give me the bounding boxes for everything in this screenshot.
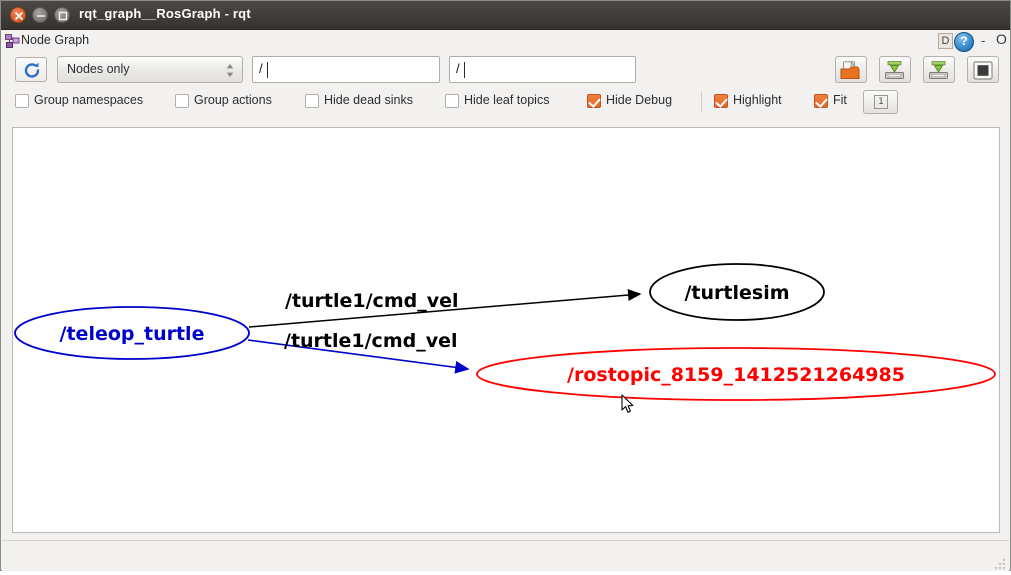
window-close-button[interactable] (10, 7, 26, 23)
window-maximize-button[interactable] (54, 7, 70, 23)
edge-teleop-to-turtlesim[interactable]: /turtle1/cmd_vel (249, 290, 640, 327)
close-icon (11, 8, 27, 24)
checkbox-label: Hide Debug (606, 93, 672, 107)
resize-grip[interactable] (994, 557, 1006, 569)
ros-graph-canvas[interactable]: /turtle1/cmd_vel /turtle1/cmd_vel /teleo… (12, 127, 1000, 533)
topic-filter-input[interactable]: / (252, 56, 440, 83)
window-minimize-button[interactable] (32, 7, 48, 23)
checkbox-box (305, 94, 319, 108)
save-image-button[interactable] (923, 56, 955, 83)
highlight-depth-button[interactable]: 1 (863, 90, 898, 114)
graph-node-teleop-turtle[interactable]: /teleop_turtle (15, 307, 249, 359)
dock-widget-title: Node Graph (21, 33, 89, 47)
topic-filter-value: / (259, 61, 263, 76)
checkbox-label: Highlight (733, 93, 782, 107)
minimize-icon (33, 8, 49, 24)
node-label: /rostopic_8159_1412521264985 (567, 364, 905, 386)
status-bar (2, 540, 1009, 571)
fit-in-view-icon (973, 61, 993, 80)
maximize-icon (55, 8, 71, 24)
checkbox-label: Hide dead sinks (324, 93, 413, 107)
mouse-cursor (621, 394, 635, 415)
edge-label: /turtle1/cmd_vel (284, 330, 458, 352)
checkbox-box (714, 94, 728, 108)
fit-in-view-button[interactable] (967, 56, 999, 83)
title-bar: rqt_graph__RosGraph - rqt (1, 1, 1010, 30)
application-window: rqt_graph__RosGraph - rqt Node Graph D ?… (0, 0, 1011, 571)
checkbox-box (175, 94, 189, 108)
text-caret (464, 62, 465, 78)
help-icon[interactable]: ? (954, 32, 974, 52)
folder-open-icon (840, 61, 862, 80)
checkbox-box (587, 94, 601, 108)
dock-widget-header: Node Graph (2, 30, 1009, 53)
checkbox-label: Fit (833, 93, 847, 107)
graph-view-combobox-value: Nodes only (67, 62, 130, 76)
checkbox-label: Group actions (194, 93, 272, 107)
toolbar-primary: Nodes only / / (2, 53, 1009, 86)
save-dot-button[interactable] (879, 56, 911, 83)
window-title: rqt_graph__RosGraph - rqt (79, 6, 251, 21)
node-filter-input[interactable]: / (449, 56, 636, 83)
node-label: /turtlesim (684, 282, 789, 304)
dock-d-button[interactable]: D (938, 33, 953, 49)
text-caret (267, 62, 268, 78)
save-dot-icon (884, 61, 906, 80)
dock-float-button[interactable]: - (981, 34, 985, 47)
toolbar-separator (701, 92, 702, 112)
node-filter-value: / (456, 61, 460, 76)
refresh-icon (23, 62, 41, 79)
toolbar-options: Group namespaces Group actions Hide dead… (2, 91, 1009, 119)
graph-view-combobox[interactable]: Nodes only (57, 56, 243, 83)
checkbox-box (814, 94, 828, 108)
graph-node-turtlesim[interactable]: /turtlesim (650, 264, 824, 320)
checkbox-label: Group namespaces (34, 93, 143, 107)
edge-teleop-to-rostopic[interactable]: /turtle1/cmd_vel (248, 330, 468, 369)
highlight-depth-value: 1 (874, 95, 888, 109)
load-dot-button[interactable] (835, 56, 867, 83)
checkbox-label: Hide leaf topics (464, 93, 549, 107)
refresh-button[interactable] (15, 57, 47, 82)
chevron-updown-icon (225, 61, 235, 80)
checkbox-box (15, 94, 29, 108)
graph-node-rostopic[interactable]: /rostopic_8159_1412521264985 (477, 348, 995, 400)
dock-close-button[interactable]: O (996, 32, 1007, 46)
node-label: /teleop_turtle (60, 323, 205, 345)
checkbox-box (445, 94, 459, 108)
node-graph-icon (5, 34, 20, 49)
ros-graph: /turtle1/cmd_vel /turtle1/cmd_vel /teleo… (13, 128, 999, 532)
save-image-icon (928, 61, 950, 80)
edge-label: /turtle1/cmd_vel (285, 290, 459, 312)
